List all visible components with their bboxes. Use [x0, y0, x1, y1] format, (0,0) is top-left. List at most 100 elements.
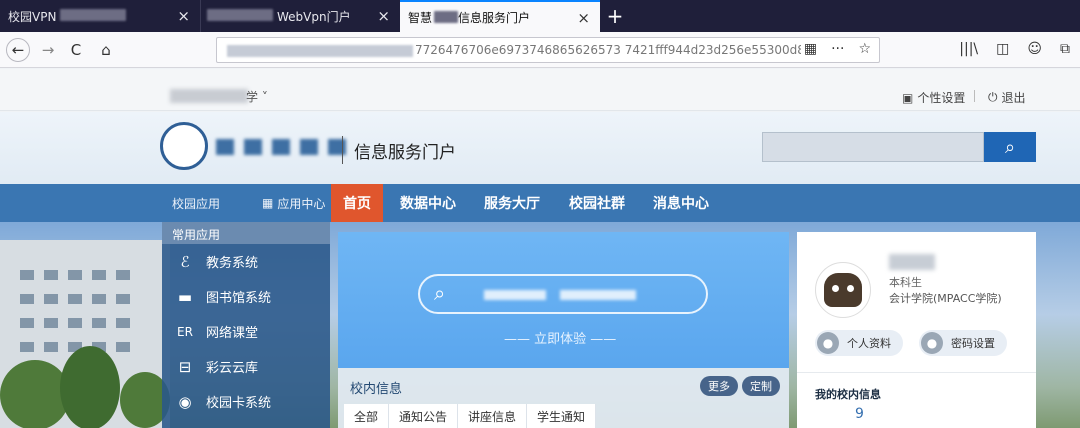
- nav-home[interactable]: 首页: [331, 184, 383, 222]
- qr-icon[interactable]: ▦: [804, 41, 817, 57]
- back-button[interactable]: ←: [6, 38, 30, 62]
- power-icon: ⏻: [988, 90, 998, 104]
- sidebar-item-label: 校园卡系统: [206, 396, 272, 411]
- blurred-text: [560, 290, 636, 300]
- news-title: 校内信息: [350, 382, 403, 397]
- reload-button[interactable]: C: [64, 38, 88, 62]
- url-bar[interactable]: 7726476706e6973746865626573 7421fff944d2…: [216, 37, 880, 63]
- screen-search-icon: ER: [177, 324, 193, 339]
- book-icon: ▬: [177, 287, 193, 306]
- toolbar-icons: |||\ ◫ ☺ ⧉: [959, 41, 1070, 57]
- sidebar-item-cloud-library[interactable]: ⊟ 彩云云库: [162, 349, 330, 384]
- search-panel: ⌕ —— 立即体验 ——: [338, 232, 789, 368]
- password-settings-button[interactable]: ● 密码设置: [919, 330, 1007, 356]
- search-button[interactable]: ⌕: [984, 132, 1036, 162]
- blurred-user-name: [889, 254, 935, 270]
- tab-info-portal[interactable]: 智慧 信息服务门户 ×: [400, 0, 600, 32]
- tab-label-prefix: 智慧: [408, 10, 433, 25]
- browser-tab-bar: 校园VPN × WebVpn门户 × 智慧 信息服务门户 × +: [0, 0, 1080, 32]
- blurred-text: [207, 9, 273, 21]
- sidebar-item-academic-system[interactable]: ℰ 教务系统: [162, 244, 330, 279]
- logout-label: 退出: [1001, 91, 1026, 105]
- search-icon: ⌕: [1004, 136, 1016, 158]
- divider: [974, 90, 975, 102]
- school-selector[interactable]: 学 ˅: [246, 88, 268, 105]
- sidebar-item-library-system[interactable]: ▬ 图书馆系统: [162, 279, 330, 314]
- more-button[interactable]: 更多: [700, 376, 738, 396]
- nav-campus-community[interactable]: 校园社群: [569, 184, 625, 222]
- tab-notices[interactable]: 通知公告: [389, 404, 459, 428]
- pen-icon: ℰ: [180, 252, 190, 271]
- school-name-logo: [216, 139, 346, 155]
- password-settings-label: 密码设置: [951, 337, 995, 350]
- blurred-school-name: [170, 89, 248, 103]
- account-icon[interactable]: ☺: [1027, 41, 1042, 57]
- forward-button[interactable]: →: [36, 38, 60, 62]
- url-text: 7726476706e6973746865626573 7421fff944d2…: [415, 43, 801, 57]
- personal-settings-link[interactable]: ▣ 个性设置: [902, 89, 965, 106]
- tab-campus-vpn[interactable]: 校园VPN ×: [0, 0, 200, 32]
- card-icon: ◉: [178, 392, 192, 411]
- my-info-count[interactable]: 9: [855, 406, 864, 422]
- tab-all[interactable]: 全部: [344, 404, 390, 428]
- url-icons: ▦ ··· ☆: [804, 41, 871, 57]
- campus-apps-label[interactable]: 校园应用: [172, 184, 220, 222]
- divider: [342, 136, 343, 164]
- common-apps-heading: 常用应用: [162, 222, 330, 244]
- tab-lectures[interactable]: 讲座信息: [458, 404, 528, 428]
- tab-label: WebVpn门户: [277, 9, 351, 24]
- customize-button[interactable]: 定制: [742, 376, 780, 396]
- sidebar-item-label: 彩云云库: [206, 361, 259, 376]
- app-center-label: 应用中心: [277, 196, 326, 211]
- blurred-text: [484, 290, 546, 300]
- browser-nav-bar: ← → C ⌂ 7726476706e6973746865626573 7421…: [0, 32, 1080, 68]
- campus-news-panel: 校内信息 更多 定制 全部 通知公告 讲座信息 学生通知: [338, 368, 789, 428]
- user-icon: ●: [817, 332, 839, 354]
- portal-search-input[interactable]: [762, 132, 984, 162]
- close-icon[interactable]: ×: [377, 7, 390, 25]
- sidebar-item-campus-card[interactable]: ◉ 校园卡系统: [162, 384, 330, 419]
- top-strip: 学 ˅ ▣ 个性设置 ⏻ 退出: [0, 69, 1080, 111]
- nav-data-center[interactable]: 数据中心: [400, 184, 456, 222]
- logout-link[interactable]: ⏻ 退出: [988, 89, 1026, 106]
- sidebar-icon[interactable]: ◫: [996, 41, 1009, 57]
- avatar-image: [824, 273, 862, 307]
- app-center-link[interactable]: ▦ 应用中心: [262, 184, 325, 222]
- nav-service-hall[interactable]: 服务大厅: [484, 184, 540, 222]
- home-button[interactable]: ⌂: [94, 38, 118, 62]
- key-icon: ●: [921, 332, 943, 354]
- library-icon[interactable]: |||\: [959, 41, 978, 57]
- extension-icon[interactable]: ⧉: [1060, 41, 1070, 57]
- avatar[interactable]: [815, 262, 871, 318]
- nav-message-center[interactable]: 消息中心: [653, 184, 709, 222]
- blurred-text: [60, 9, 126, 21]
- personal-settings-label: 个性设置: [917, 91, 966, 105]
- sidebar-item-label: 图书馆系统: [206, 291, 272, 306]
- sidebar-item-label: 网络课堂: [206, 326, 259, 341]
- new-tab-button[interactable]: +: [600, 0, 630, 32]
- personal-info-label: 个人资料: [847, 337, 891, 350]
- divider: [797, 372, 1036, 373]
- more-icon[interactable]: ···: [831, 41, 844, 57]
- grid-icon: ▦: [262, 196, 274, 210]
- my-info-title: 我的校内信息: [815, 388, 881, 401]
- try-now-link[interactable]: —— 立即体验 ——: [504, 328, 616, 347]
- user-college: 会计学院(MPACC学院): [889, 292, 1002, 305]
- common-apps-menu: 常用应用 ℰ 教务系统 ▬ 图书馆系统 ER 网络课堂 ⊟ 彩云云库 ◉ 校园卡…: [162, 222, 330, 428]
- close-icon[interactable]: ×: [577, 9, 590, 27]
- star-icon[interactable]: ☆: [858, 41, 871, 57]
- personal-info-button[interactable]: ● 个人资料: [815, 330, 903, 356]
- news-tabs: 全部 通知公告 讲座信息 学生通知: [344, 404, 597, 428]
- school-logo: [160, 122, 208, 170]
- close-icon[interactable]: ×: [177, 7, 190, 25]
- cloud-folder-icon: ⊟: [178, 357, 192, 376]
- tab-webvpn-portal[interactable]: WebVpn门户 ×: [200, 0, 400, 32]
- settings-icon: ▣: [902, 90, 914, 105]
- quick-search-input[interactable]: ⌕: [418, 274, 708, 314]
- watermark: 先知社区: [916, 400, 996, 424]
- tab-student-notices[interactable]: 学生通知: [527, 404, 597, 428]
- sidebar-item-label: 教务系统: [206, 256, 259, 271]
- blurred-text: [434, 11, 458, 23]
- sidebar-item-online-classroom[interactable]: ER 网络课堂: [162, 314, 330, 349]
- blurred-url: [227, 45, 413, 57]
